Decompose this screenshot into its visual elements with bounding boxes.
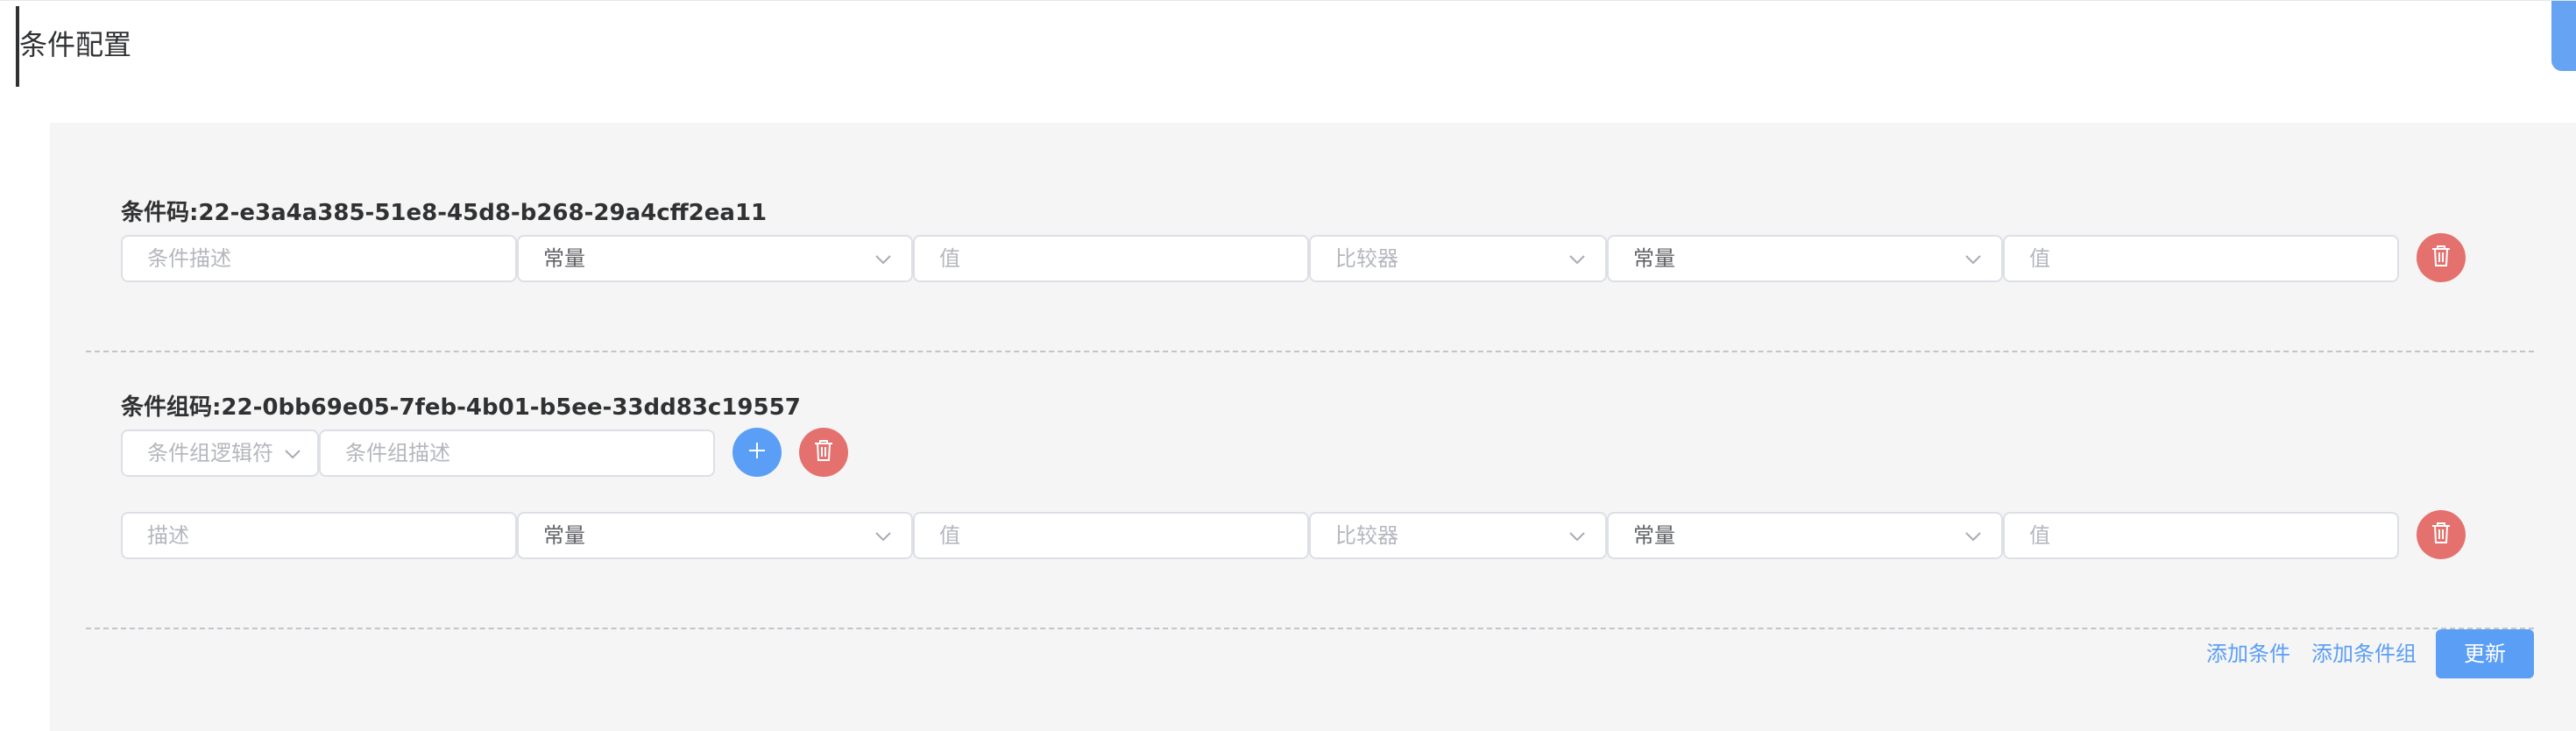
sub-right-type-select[interactable]: 常量 <box>1607 512 2003 559</box>
add-condition-link[interactable]: 添加条件 <box>2206 641 2290 667</box>
sub-right-value-input[interactable]: 值 <box>2003 512 2399 559</box>
chevron-down-icon <box>874 251 892 268</box>
add-condition-group-link[interactable]: 添加条件组 <box>2311 641 2417 667</box>
plus-icon <box>747 441 767 464</box>
trash-icon <box>2431 245 2452 271</box>
sub-left-type-select[interactable]: 常量 <box>517 512 913 559</box>
left-value-placeholder: 值 <box>939 246 960 271</box>
sub-left-type-value: 常量 <box>543 523 585 548</box>
group-description-placeholder: 条件组描述 <box>345 441 450 465</box>
chevron-down-icon <box>1964 251 1982 268</box>
comparator-select[interactable]: 比较器 <box>1309 235 1607 282</box>
sub-description-placeholder: 描述 <box>147 523 189 548</box>
trash-icon <box>813 439 834 465</box>
comparator-placeholder: 比较器 <box>1335 246 1398 271</box>
sub-right-type-value: 常量 <box>1633 523 1675 548</box>
header-bar: 条件配置 <box>0 0 2576 123</box>
delete-condition-button[interactable] <box>2417 233 2466 282</box>
sub-left-value-placeholder: 值 <box>939 523 960 548</box>
group-code-label: 条件组码:22-0bb69e05-7feb-4b01-b5ee-33dd83c1… <box>121 394 801 421</box>
add-sub-condition-button[interactable] <box>732 428 782 477</box>
sub-comparator-placeholder: 比较器 <box>1335 523 1398 548</box>
update-button[interactable]: 更新 <box>2436 629 2534 678</box>
section-divider <box>86 351 2534 352</box>
group-description-input[interactable]: 条件组描述 <box>319 429 715 477</box>
group-logic-placeholder: 条件组逻辑符 <box>147 441 273 465</box>
trash-icon <box>2431 522 2452 548</box>
sub-comparator-select[interactable]: 比较器 <box>1309 512 1607 559</box>
sub-right-value-placeholder: 值 <box>2029 523 2050 548</box>
left-value-input[interactable]: 值 <box>913 235 1309 282</box>
delete-group-button[interactable] <box>799 428 848 477</box>
condition-description-input[interactable]: 条件描述 <box>121 235 517 282</box>
section-divider <box>86 628 2534 629</box>
condition-code-label: 条件码:22-e3a4a385-51e8-45d8-b268-29a4cff2e… <box>121 200 768 226</box>
chevron-down-icon <box>284 445 301 463</box>
left-type-value: 常量 <box>543 246 585 271</box>
delete-sub-condition-button[interactable] <box>2417 510 2466 559</box>
left-type-select[interactable]: 常量 <box>517 235 913 282</box>
chevron-down-icon <box>874 528 892 545</box>
chevron-down-icon <box>1568 528 1586 545</box>
condition-description-placeholder: 条件描述 <box>147 246 231 271</box>
right-value-placeholder: 值 <box>2029 246 2050 271</box>
sub-description-input[interactable]: 描述 <box>121 512 517 559</box>
sub-left-value-input[interactable]: 值 <box>913 512 1309 559</box>
chevron-down-icon <box>1964 528 1982 545</box>
corner-tab[interactable] <box>2551 1 2576 71</box>
page-title: 条件配置 <box>19 28 132 61</box>
right-type-select[interactable]: 常量 <box>1607 235 2003 282</box>
group-logic-select[interactable]: 条件组逻辑符 <box>121 429 319 477</box>
chevron-down-icon <box>1568 251 1586 268</box>
right-type-value: 常量 <box>1633 246 1675 271</box>
right-value-input[interactable]: 值 <box>2003 235 2399 282</box>
